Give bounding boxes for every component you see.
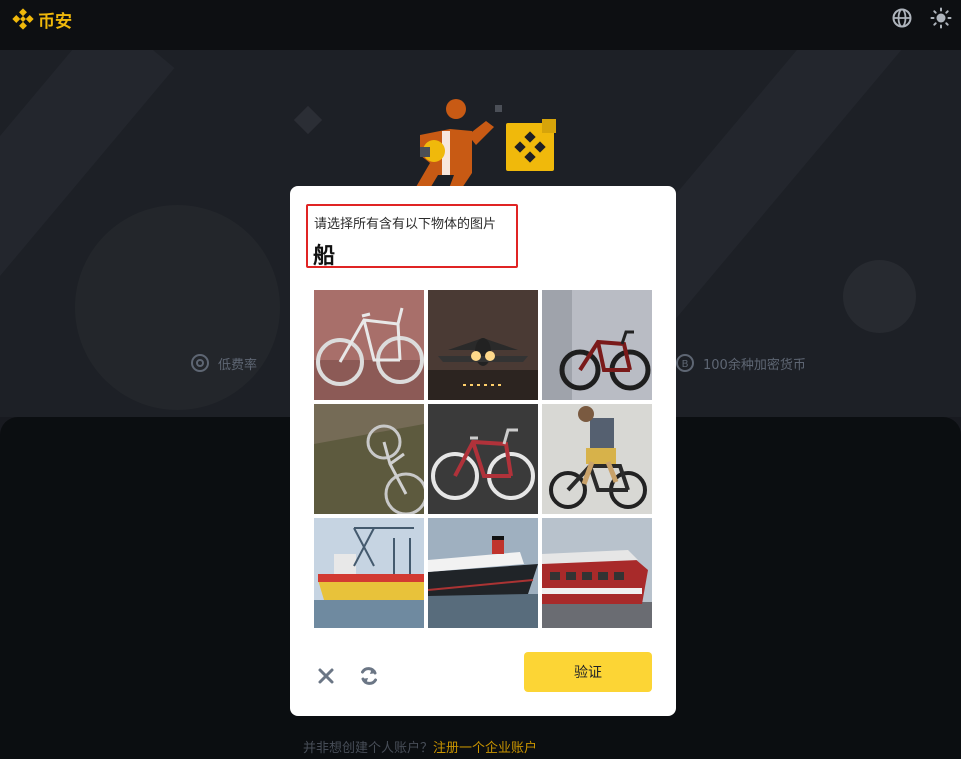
- close-captcha-button[interactable]: [314, 664, 338, 688]
- close-icon: [318, 668, 334, 684]
- svg-text:B: B: [682, 359, 689, 370]
- hero-decor-circle: [75, 205, 280, 410]
- captcha-dialog: 请选择所有含有以下物体的图片 船 验证: [290, 186, 676, 716]
- refresh-icon: [361, 667, 377, 685]
- brand-name: 币安: [38, 11, 72, 32]
- captcha-target-word: 船: [313, 244, 336, 269]
- binance-logo[interactable]: 币安: [12, 7, 72, 32]
- captcha-tile-cyclist-on-bicycle[interactable]: [542, 404, 652, 514]
- footer-question: 并非想创建个人账户？: [303, 741, 434, 756]
- coin-icon: B: [676, 354, 694, 372]
- binance-logo-icon: [12, 8, 34, 30]
- captcha-instruction: 请选择所有含有以下物体的图片: [314, 217, 497, 232]
- captcha-tile-airplane[interactable]: [428, 290, 538, 400]
- feature-label: 100余种加密货币: [703, 357, 806, 373]
- feature-low-fee: 低费率: [190, 353, 257, 373]
- verify-button[interactable]: 验证: [524, 652, 652, 692]
- captcha-image-grid: [314, 290, 652, 628]
- feature-label: 低费率: [218, 357, 258, 373]
- captcha-tile-bicycle[interactable]: [314, 404, 424, 514]
- captcha-tile-bicycle[interactable]: [542, 290, 652, 400]
- refresh-captcha-button[interactable]: [357, 664, 381, 688]
- business-account-prompt: 并非想创建个人账户？注册一个企业账户: [303, 737, 537, 756]
- captcha-tile-ferry-boat[interactable]: [542, 518, 652, 628]
- top-navigation-bar: 币安: [0, 0, 961, 50]
- captcha-tile-bicycle[interactable]: [314, 290, 424, 400]
- fee-icon: [191, 354, 209, 372]
- register-business-link[interactable]: 注册一个企业账户: [433, 741, 537, 756]
- sun-icon[interactable]: [930, 7, 952, 29]
- captcha-tile-cargo-ship[interactable]: [314, 518, 424, 628]
- feature-crypto-count: B 100余种加密货币: [675, 353, 806, 373]
- captcha-tile-bicycle[interactable]: [428, 404, 538, 514]
- captcha-tile-ocean-liner[interactable]: [428, 518, 538, 628]
- globe-icon[interactable]: [891, 7, 913, 29]
- hero-decor-circle: [843, 260, 916, 333]
- hero-decor-diamond: [293, 105, 323, 135]
